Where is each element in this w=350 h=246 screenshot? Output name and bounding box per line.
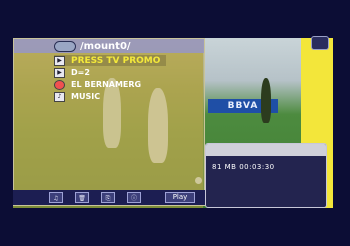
size-duration-text: 81 MB 00:03:30 — [212, 163, 275, 171]
path-bar: /mount0/ — [14, 39, 204, 53]
video-file-icon: ▶ — [54, 55, 65, 66]
info-button[interactable]: ⓘ — [127, 192, 141, 203]
file-label: PRESS TV PROMO — [71, 55, 161, 66]
file-label: MUSIC — [71, 92, 101, 101]
info-header — [206, 144, 326, 156]
file-browser-panel: /mount0/ ▶ PRESS TV PROMO ▶ D=2 EL BERNA… — [13, 38, 205, 206]
list-item[interactable]: ♪ MUSIC — [54, 91, 166, 102]
eraser-icon — [54, 79, 65, 90]
file-label: EL BERNAMERG — [71, 80, 142, 89]
file-label: D=2 — [71, 68, 90, 77]
list-item[interactable]: ▶ D=2 — [54, 67, 166, 78]
folder-icon — [54, 40, 76, 52]
trash-button[interactable]: 🗑 — [75, 192, 89, 203]
video-file-icon: ▶ — [54, 67, 65, 78]
list-item[interactable]: ▶ PRESS TV PROMO — [54, 55, 167, 66]
browser-toolbar: ♫ 🗑 ⎘ ⓘ Play — [13, 190, 205, 205]
player-figure — [261, 78, 271, 123]
mp3-button[interactable]: ♫ — [49, 192, 63, 203]
settings-icon — [311, 36, 329, 50]
file-list: ▶ PRESS TV PROMO ▶ D=2 EL BERNAMERG ♪ MU… — [54, 55, 167, 103]
music-file-icon: ♪ — [54, 91, 65, 102]
list-item[interactable]: EL BERNAMERG — [54, 79, 166, 90]
current-path: /mount0/ — [80, 40, 131, 52]
tv-screen: BBVA /mount0/ ▶ PRESS TV PROMO ▶ D=2 EL … — [0, 0, 350, 246]
play-button[interactable]: Play — [165, 192, 195, 203]
copy-button[interactable]: ⎘ — [101, 192, 115, 203]
file-info-panel: 81 MB 00:03:30 — [205, 143, 327, 208]
